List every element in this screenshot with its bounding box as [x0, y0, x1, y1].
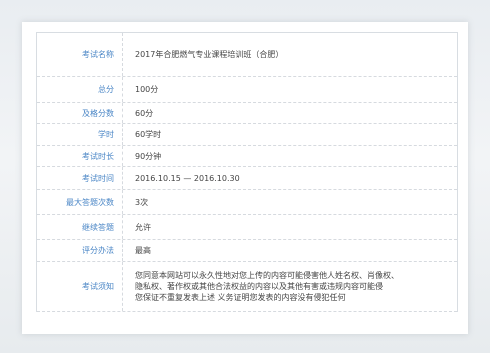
exam-notice-line-2: 隐私权、著作权或其他合法权益的内容以及其他有害或违规内容可能侵	[135, 282, 383, 291]
exam-info-card: 考试名称 2017年合肥燃气专业课程培训班（合肥） 总分 100分 及格分数 6…	[22, 22, 468, 334]
total-score-label: 总分	[37, 77, 123, 102]
row-exam-duration: 考试时长 90分钟	[37, 146, 457, 167]
row-study-hours: 学时 60学时	[37, 124, 457, 146]
exam-time-value: 2016.10.15 — 2016.10.30	[135, 173, 240, 183]
exam-name-value: 2017年合肥燃气专业课程培训班（合肥）	[135, 50, 284, 59]
exam-duration-value: 90分钟	[135, 151, 162, 161]
row-passing-score: 及格分数 60分	[37, 103, 457, 124]
exam-notice-line-3: 您保证不重复发表上述 义务证明您发表的内容没有侵犯任何	[135, 293, 346, 302]
max-attempts-value: 3次	[135, 197, 149, 207]
scoring-method-label: 评分办法	[37, 240, 123, 261]
passing-score-value: 60分	[135, 108, 154, 118]
row-total-score: 总分 100分	[37, 77, 457, 103]
exam-notice-label: 考试须知	[37, 262, 123, 311]
max-attempts-label: 最大答题次数	[37, 190, 123, 214]
row-scoring-method: 评分办法 最高	[37, 240, 457, 262]
scoring-method-value: 最高	[135, 246, 151, 255]
exam-notice-line-1: 您同意本网站可以永久性地对您上传的内容可能侵害他人姓名权、肖像权、	[135, 271, 399, 280]
exam-info-table: 考试名称 2017年合肥燃气专业课程培训班（合肥） 总分 100分 及格分数 6…	[36, 32, 458, 312]
row-exam-time: 考试时间 2016.10.15 — 2016.10.30	[37, 167, 457, 190]
row-exam-name: 考试名称 2017年合肥燃气专业课程培训班（合肥）	[37, 33, 457, 77]
exam-name-label: 考试名称	[37, 33, 123, 76]
study-hours-value: 60学时	[135, 130, 162, 139]
row-max-attempts: 最大答题次数 3次	[37, 190, 457, 215]
row-exam-notice: 考试须知 您同意本网站可以永久性地对您上传的内容可能侵害他人姓名权、肖像权、 隐…	[37, 262, 457, 312]
row-continue-answering: 继续答题 允许	[37, 215, 457, 240]
total-score-value: 100分	[135, 85, 159, 94]
study-hours-label: 学时	[37, 124, 123, 145]
continue-answering-value: 允许	[135, 222, 151, 232]
exam-duration-label: 考试时长	[37, 146, 123, 166]
passing-score-label: 及格分数	[37, 103, 123, 123]
continue-answering-label: 继续答题	[37, 215, 123, 239]
exam-notice-value: 您同意本网站可以永久性地对您上传的内容可能侵害他人姓名权、肖像权、 隐私权、著作…	[123, 262, 457, 311]
exam-time-label: 考试时间	[37, 167, 123, 189]
